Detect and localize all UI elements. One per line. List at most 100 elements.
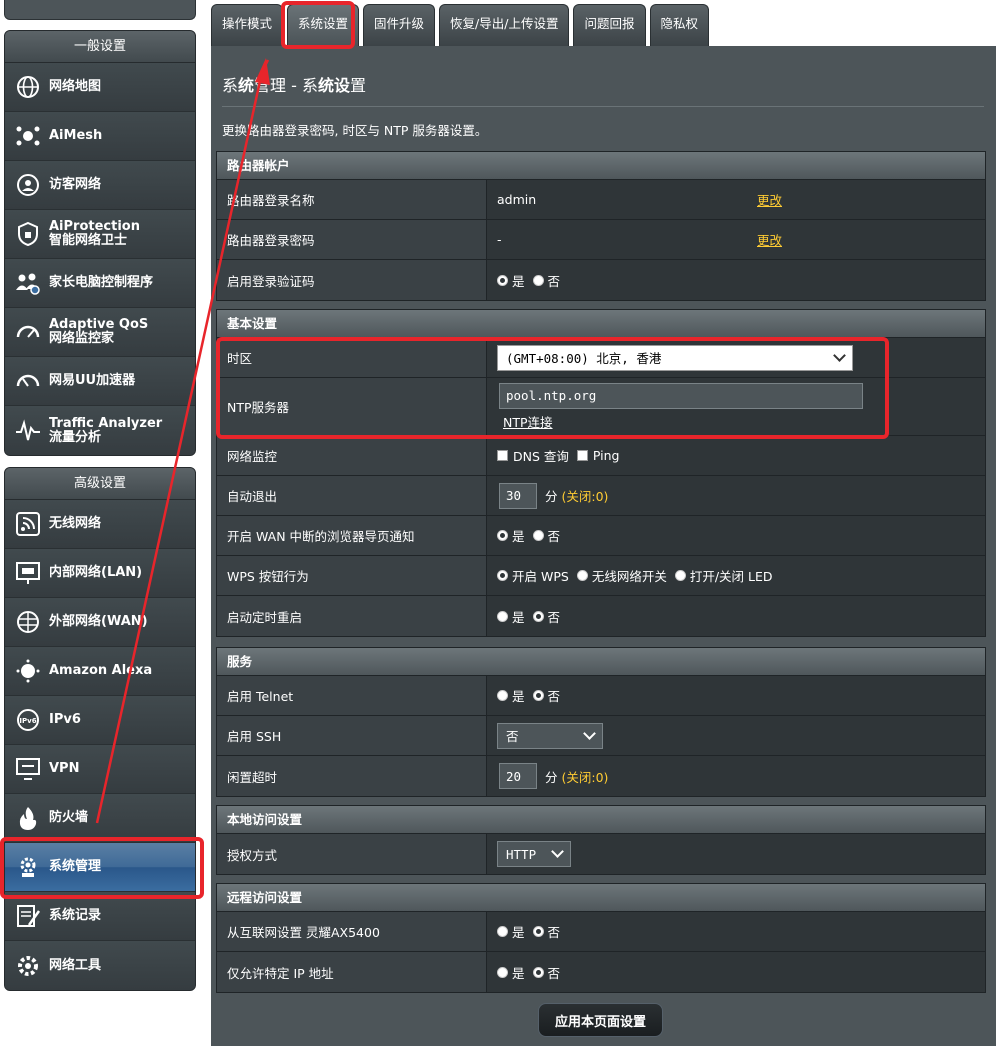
analyzer-icon — [13, 416, 43, 446]
alexa-icon — [13, 656, 43, 686]
sidebar-advanced-item[interactable]: 网络工具 — [5, 941, 195, 990]
sidebar-general-item[interactable]: Adaptive QoS 网络监控家 — [5, 308, 195, 357]
row-captcha: 启用登录验证码 是 否 — [217, 260, 985, 300]
sidebar-advanced-item[interactable]: Amazon Alexa — [5, 647, 195, 696]
section-header: 远程访问设置 — [217, 884, 985, 912]
ip-only-no-radio[interactable]: 否 — [532, 963, 560, 982]
change-password-link[interactable]: 更改 — [757, 230, 782, 249]
sidebar-item-label: AiMesh — [49, 128, 103, 143]
sidebar-item-label: 访客网络 — [49, 177, 102, 192]
dns-query-checkbox[interactable]: DNS 查询 — [497, 446, 569, 465]
page-description: 更换路由器登录密码, 时区与 NTP 服务器设置。 — [222, 123, 488, 138]
wan-access-yes-radio[interactable]: 是 — [497, 922, 525, 941]
row-ssh: 启用 SSH 否 — [217, 716, 985, 756]
sidebar-general-group: 一般设置 网络地图 AiMesh 访客网络 AiProtection 智能网络卫士 家长… — [4, 30, 196, 456]
ip-only-yes-radio[interactable]: 是 — [497, 963, 525, 982]
sidebar-item-label: 网易UU加速器 — [49, 373, 136, 388]
ssh-select[interactable]: 否 — [497, 722, 603, 749]
wan-access-no-radio[interactable]: 否 — [532, 922, 560, 941]
row-label: 启用登录验证码 — [217, 260, 487, 300]
sidebar-item-label: AiProtection 智能网络卫士 — [49, 219, 140, 248]
sidebar-item-label: 无线网络 — [49, 516, 102, 531]
telnet-no-radio[interactable]: 否 — [532, 686, 560, 705]
sidebar-advanced-item[interactable]: 外部网络(WAN) — [5, 598, 195, 647]
change-username-link[interactable]: 更改 — [757, 190, 782, 209]
section-service: 服务 启用 Telnet 是 否 启用 SSH 否 闲置超时 20 分 (关闭:… — [216, 647, 986, 797]
section-header: 本地访问设置 — [217, 806, 985, 834]
sidebar-general-item[interactable]: Traffic Analyzer 流量分析 — [5, 406, 195, 455]
sidebar-advanced-item[interactable]: 无线网络 — [5, 500, 195, 549]
row-label: 启用 Telnet — [217, 676, 487, 715]
mesh-icon — [13, 121, 43, 151]
vpn-icon — [13, 754, 43, 784]
log-icon — [13, 901, 43, 931]
sidebar-item-label: IPv6 — [49, 712, 81, 727]
row-login-password: 路由器登录密码 - 更改 — [217, 220, 985, 260]
title-divider — [222, 106, 984, 107]
section-router-account: 路由器帐户 路由器登录名称 admin 更改 路由器登录密码 - 更改 启用登录… — [216, 151, 986, 301]
auth-method-select[interactable]: HTTP — [497, 841, 571, 867]
tab-item[interactable]: 固件升级 — [363, 4, 436, 46]
sidebar-advanced-item[interactable]: 系统记录 — [5, 892, 195, 941]
tab-item[interactable]: 隐私权 — [649, 4, 710, 46]
wps-led-radio[interactable]: 打开/关闭 LED — [674, 566, 773, 585]
tab-item[interactable]: 操作模式 — [211, 4, 284, 46]
section-header: 基本设置 — [217, 310, 985, 338]
sidebar-advanced-item[interactable]: VPN — [5, 745, 195, 794]
row-label: 仅允许特定 IP 地址 — [217, 952, 487, 992]
row-wan-access: 从互联网设置 灵耀AX5400 是 否 — [217, 912, 985, 952]
tab-item[interactable]: 恢复/导出/上传设置 — [439, 4, 570, 46]
sidebar-advanced-item[interactable]: 内部网络(LAN) — [5, 549, 195, 598]
sidebar-general-item[interactable]: 访客网络 — [5, 161, 195, 210]
sidebar-general-item[interactable]: 家长电脑控制程序 — [5, 259, 195, 308]
row-label: 授权方式 — [217, 834, 487, 874]
sidebar-item-label: 系统记录 — [49, 908, 102, 923]
off-note: (关闭:0) — [561, 769, 609, 785]
guest-network-icon — [13, 170, 43, 200]
main-panel: 系统管理 - 系统设置 更换路由器登录密码, 时区与 NTP 服务器设置。 路由… — [211, 46, 996, 1046]
sidebar-item-label: 网络地图 — [49, 79, 102, 94]
row-auto-logout: 自动退出 30 分 (关闭:0) — [217, 476, 985, 516]
row-label: 自动退出 — [217, 476, 487, 515]
sidebar-general-item[interactable]: 网络地图 — [5, 63, 195, 112]
row-label: 开启 WAN 中断的浏览器导页通知 — [217, 516, 487, 555]
idle-timeout-input[interactable]: 20 — [499, 763, 537, 789]
parental-control-icon — [13, 268, 43, 298]
off-note: (关闭:0) — [561, 489, 609, 504]
row-label: WPS 按钮行为 — [217, 556, 487, 595]
sidebar-item-label: 防火墙 — [49, 810, 89, 825]
auto-logout-input[interactable]: 30 — [499, 482, 537, 509]
wps-enable-radio[interactable]: 开启 WPS — [497, 566, 569, 585]
sidebar-advanced-item[interactable]: IPv6 IPv6 — [5, 696, 195, 745]
sidebar-advanced-group: 高级设置 无线网络 内部网络(LAN) 外部网络(WAN) Amazon Alexa I… — [4, 467, 196, 991]
sidebar-general-item[interactable]: AiMesh — [5, 112, 195, 161]
wps-wireless-radio[interactable]: 无线网络开关 — [576, 566, 667, 585]
wan-notify-no-radio[interactable]: 否 — [532, 526, 560, 545]
row-wps-button: WPS 按钮行为 开启 WPS 无线网络开关 打开/关闭 LED — [217, 556, 985, 596]
wan-globe-icon — [13, 607, 43, 637]
page-title: 系统管理 - 系统设置 — [222, 76, 367, 95]
minute-unit: 分 — [545, 769, 558, 785]
ping-checkbox[interactable]: Ping — [576, 448, 619, 463]
row-label: 从互联网设置 灵耀AX5400 — [217, 912, 487, 951]
captcha-no-radio[interactable]: 否 — [532, 271, 560, 290]
reboot-yes-radio[interactable]: 是 — [497, 607, 525, 626]
section-header: 服务 — [217, 648, 985, 676]
telnet-yes-radio[interactable]: 是 — [497, 686, 525, 705]
apply-button[interactable]: 应用本页面设置 — [538, 1003, 663, 1037]
sidebar-item-label: 外部网络(WAN) — [49, 614, 148, 629]
sidebar-general-item[interactable]: 网易UU加速器 — [5, 357, 195, 406]
captcha-yes-radio[interactable]: 是 — [497, 271, 525, 290]
minute-unit: 分 — [545, 489, 558, 504]
sidebar-advanced-item[interactable]: 防火墙 — [5, 794, 195, 843]
reboot-no-radio[interactable]: 否 — [532, 607, 560, 626]
login-name-value: admin — [497, 192, 537, 207]
wan-notify-yes-radio[interactable]: 是 — [497, 526, 525, 545]
wireless-icon — [13, 509, 43, 539]
ipv6-icon: IPv6 — [13, 705, 43, 735]
sidebar-item-label: VPN — [49, 761, 80, 776]
sidebar-general-item[interactable]: AiProtection 智能网络卫士 — [5, 210, 195, 259]
tab-item[interactable]: 问题回报 — [573, 4, 646, 46]
globe-icon — [13, 72, 43, 102]
row-auth-method: 授权方式 HTTP — [217, 834, 985, 874]
